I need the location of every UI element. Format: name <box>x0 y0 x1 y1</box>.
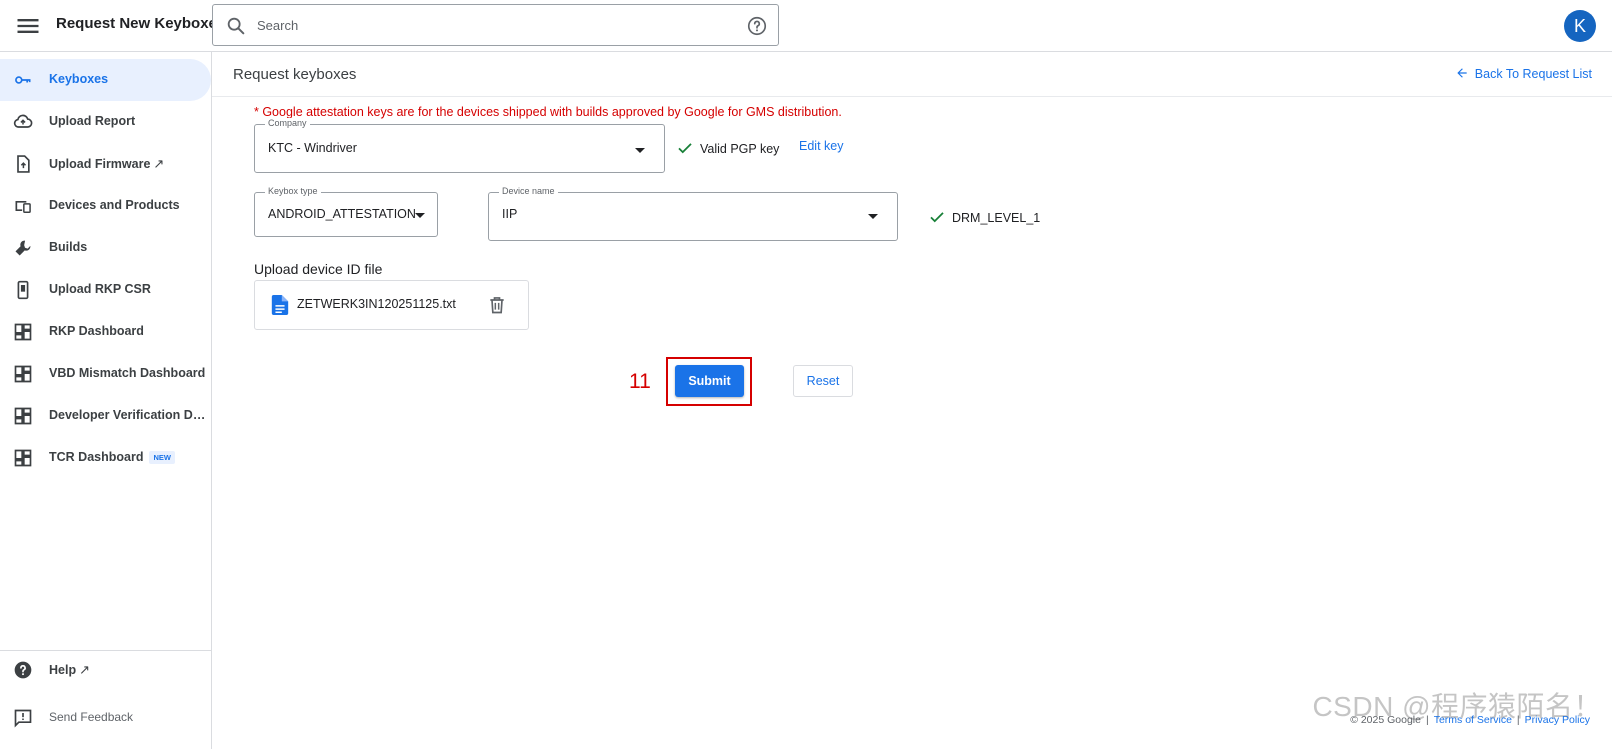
drm-level-status: DRM_LEVEL_1 <box>928 208 1040 226</box>
page-title: Request keyboxes <box>233 66 357 83</box>
footer-separator: | <box>1516 714 1520 726</box>
sidebar-item-label: Developer Verification Das... <box>49 408 209 422</box>
sidebar-item-send-feedback[interactable]: Send Feedback <box>0 697 211 739</box>
avatar[interactable]: K <box>1564 10 1596 42</box>
sidebar-item-devices-and-products[interactable]: Devices and Products <box>0 185 211 227</box>
sidebar-item-upload-rkp-csr[interactable]: Upload RKP CSR <box>0 269 211 311</box>
search-bar[interactable] <box>212 4 779 46</box>
device-name-select[interactable]: Device name IIP <box>488 186 898 241</box>
check-icon <box>678 143 692 154</box>
search-input[interactable] <box>257 13 717 37</box>
main-content: Request keyboxes Back To Request List * … <box>212 52 1612 749</box>
trash-icon[interactable] <box>487 295 507 315</box>
external-link-icon: ↗ <box>79 662 90 677</box>
submit-button[interactable]: Submit <box>675 365 744 397</box>
privacy-policy-link[interactable]: Privacy Policy <box>1525 714 1590 726</box>
company-label: Company <box>265 118 310 128</box>
sidebar-item-label: Upload Report <box>49 114 136 128</box>
app-title: Request New Keyboxes <box>56 15 226 32</box>
dropdown-arrow-icon <box>868 214 878 219</box>
sidebar-item-vbd-mismatch-dashboard[interactable]: VBD Mismatch Dashboard <box>0 353 211 395</box>
cloud-upload-icon <box>13 114 33 128</box>
external-link-icon: ↗ <box>153 156 165 171</box>
sidebar-item-label: Send Feedback <box>49 710 134 724</box>
check-icon <box>930 212 944 223</box>
help-icon[interactable] <box>746 15 768 37</box>
sidebar-item-rkp-dashboard[interactable]: RKP Dashboard <box>0 311 211 353</box>
document-icon <box>271 295 289 315</box>
sidebar-item-upload-firmware[interactable]: Upload Firmware ↗ <box>0 143 211 185</box>
gms-notice: * Google attestation keys are for the de… <box>254 105 842 119</box>
sidebar-item-tcr-dashboard[interactable]: TCR Dashboard NEW <box>0 437 211 479</box>
keybox-type-label: Keybox type <box>265 186 321 196</box>
footer-separator: | <box>1425 714 1429 726</box>
dashboard-icon <box>14 449 32 467</box>
arrow-back-icon <box>1457 68 1467 78</box>
upload-section-heading: Upload device ID file <box>254 261 383 277</box>
dashboard-icon <box>14 407 32 425</box>
device-name-value: IIP <box>502 207 518 221</box>
help-circle-icon <box>14 661 32 679</box>
footer: © 2025 Google | Terms of Service | Privacy P… <box>1350 714 1590 726</box>
company-select[interactable]: Company KTC - Windriver <box>254 118 665 173</box>
sidebar-item-label: Builds <box>49 240 88 254</box>
sidebar-item-label: TCR Dashboard NEW <box>49 450 175 465</box>
page-header: Request keyboxes Back To Request List <box>212 52 1612 97</box>
dropdown-arrow-icon <box>415 213 425 218</box>
edit-key-link[interactable]: Edit key <box>799 139 843 153</box>
phone-icon <box>17 280 29 300</box>
dropdown-arrow-icon <box>635 148 645 153</box>
sidebar-item-developer-verification-dashboard[interactable]: Developer Verification Das... <box>0 395 211 437</box>
feedback-icon <box>14 709 32 728</box>
new-badge: NEW <box>149 451 175 465</box>
sidebar-item-label: Devices and Products <box>49 198 180 212</box>
sidebar-item-label: Upload Firmware ↗ <box>49 156 165 171</box>
sidebar-item-builds[interactable]: Builds <box>0 227 211 269</box>
key-icon <box>15 76 31 84</box>
devices-icon <box>15 201 31 213</box>
sidebar-item-keyboxes[interactable]: Keyboxes <box>0 59 211 101</box>
company-value: KTC - Windriver <box>268 141 357 155</box>
file-name: ZETWERK3IN120251125.txt <box>297 297 456 311</box>
top-app-bar: Request New Keyboxes K <box>0 0 1612 52</box>
step-annotation-number: 11 <box>629 370 651 393</box>
wrench-icon <box>15 240 31 256</box>
terms-of-service-link[interactable]: Terms of Service <box>1434 714 1512 726</box>
sidebar: Keyboxes Upload Report Upload Firmware ↗ … <box>0 52 212 749</box>
dashboard-icon <box>14 365 32 383</box>
file-upload-icon <box>17 155 30 173</box>
search-icon <box>227 17 245 35</box>
device-name-label: Device name <box>499 186 558 196</box>
menu-icon[interactable] <box>14 12 42 40</box>
sidebar-item-label: VBD Mismatch Dashboard <box>49 366 206 380</box>
sidebar-item-label: RKP Dashboard <box>49 324 144 338</box>
copyright-text: © 2025 Google <box>1350 714 1421 726</box>
uploaded-file-card: ZETWERK3IN120251125.txt <box>254 280 529 330</box>
sidebar-item-label: Help ↗ <box>49 662 90 677</box>
sidebar-item-help[interactable]: Help ↗ <box>0 649 211 691</box>
back-to-request-list-link[interactable]: Back To Request List <box>1455 66 1592 81</box>
sidebar-item-label: Upload RKP CSR <box>49 282 151 296</box>
keybox-type-value: ANDROID_ATTESTATION <box>268 207 416 221</box>
sidebar-item-upload-report[interactable]: Upload Report <box>0 101 211 143</box>
dashboard-icon <box>14 323 32 341</box>
pgp-key-status: Valid PGP key <box>676 139 779 157</box>
sidebar-item-label: Keyboxes <box>49 72 109 86</box>
keybox-type-select[interactable]: Keybox type ANDROID_ATTESTATION <box>254 186 438 237</box>
reset-button[interactable]: Reset <box>793 365 853 397</box>
